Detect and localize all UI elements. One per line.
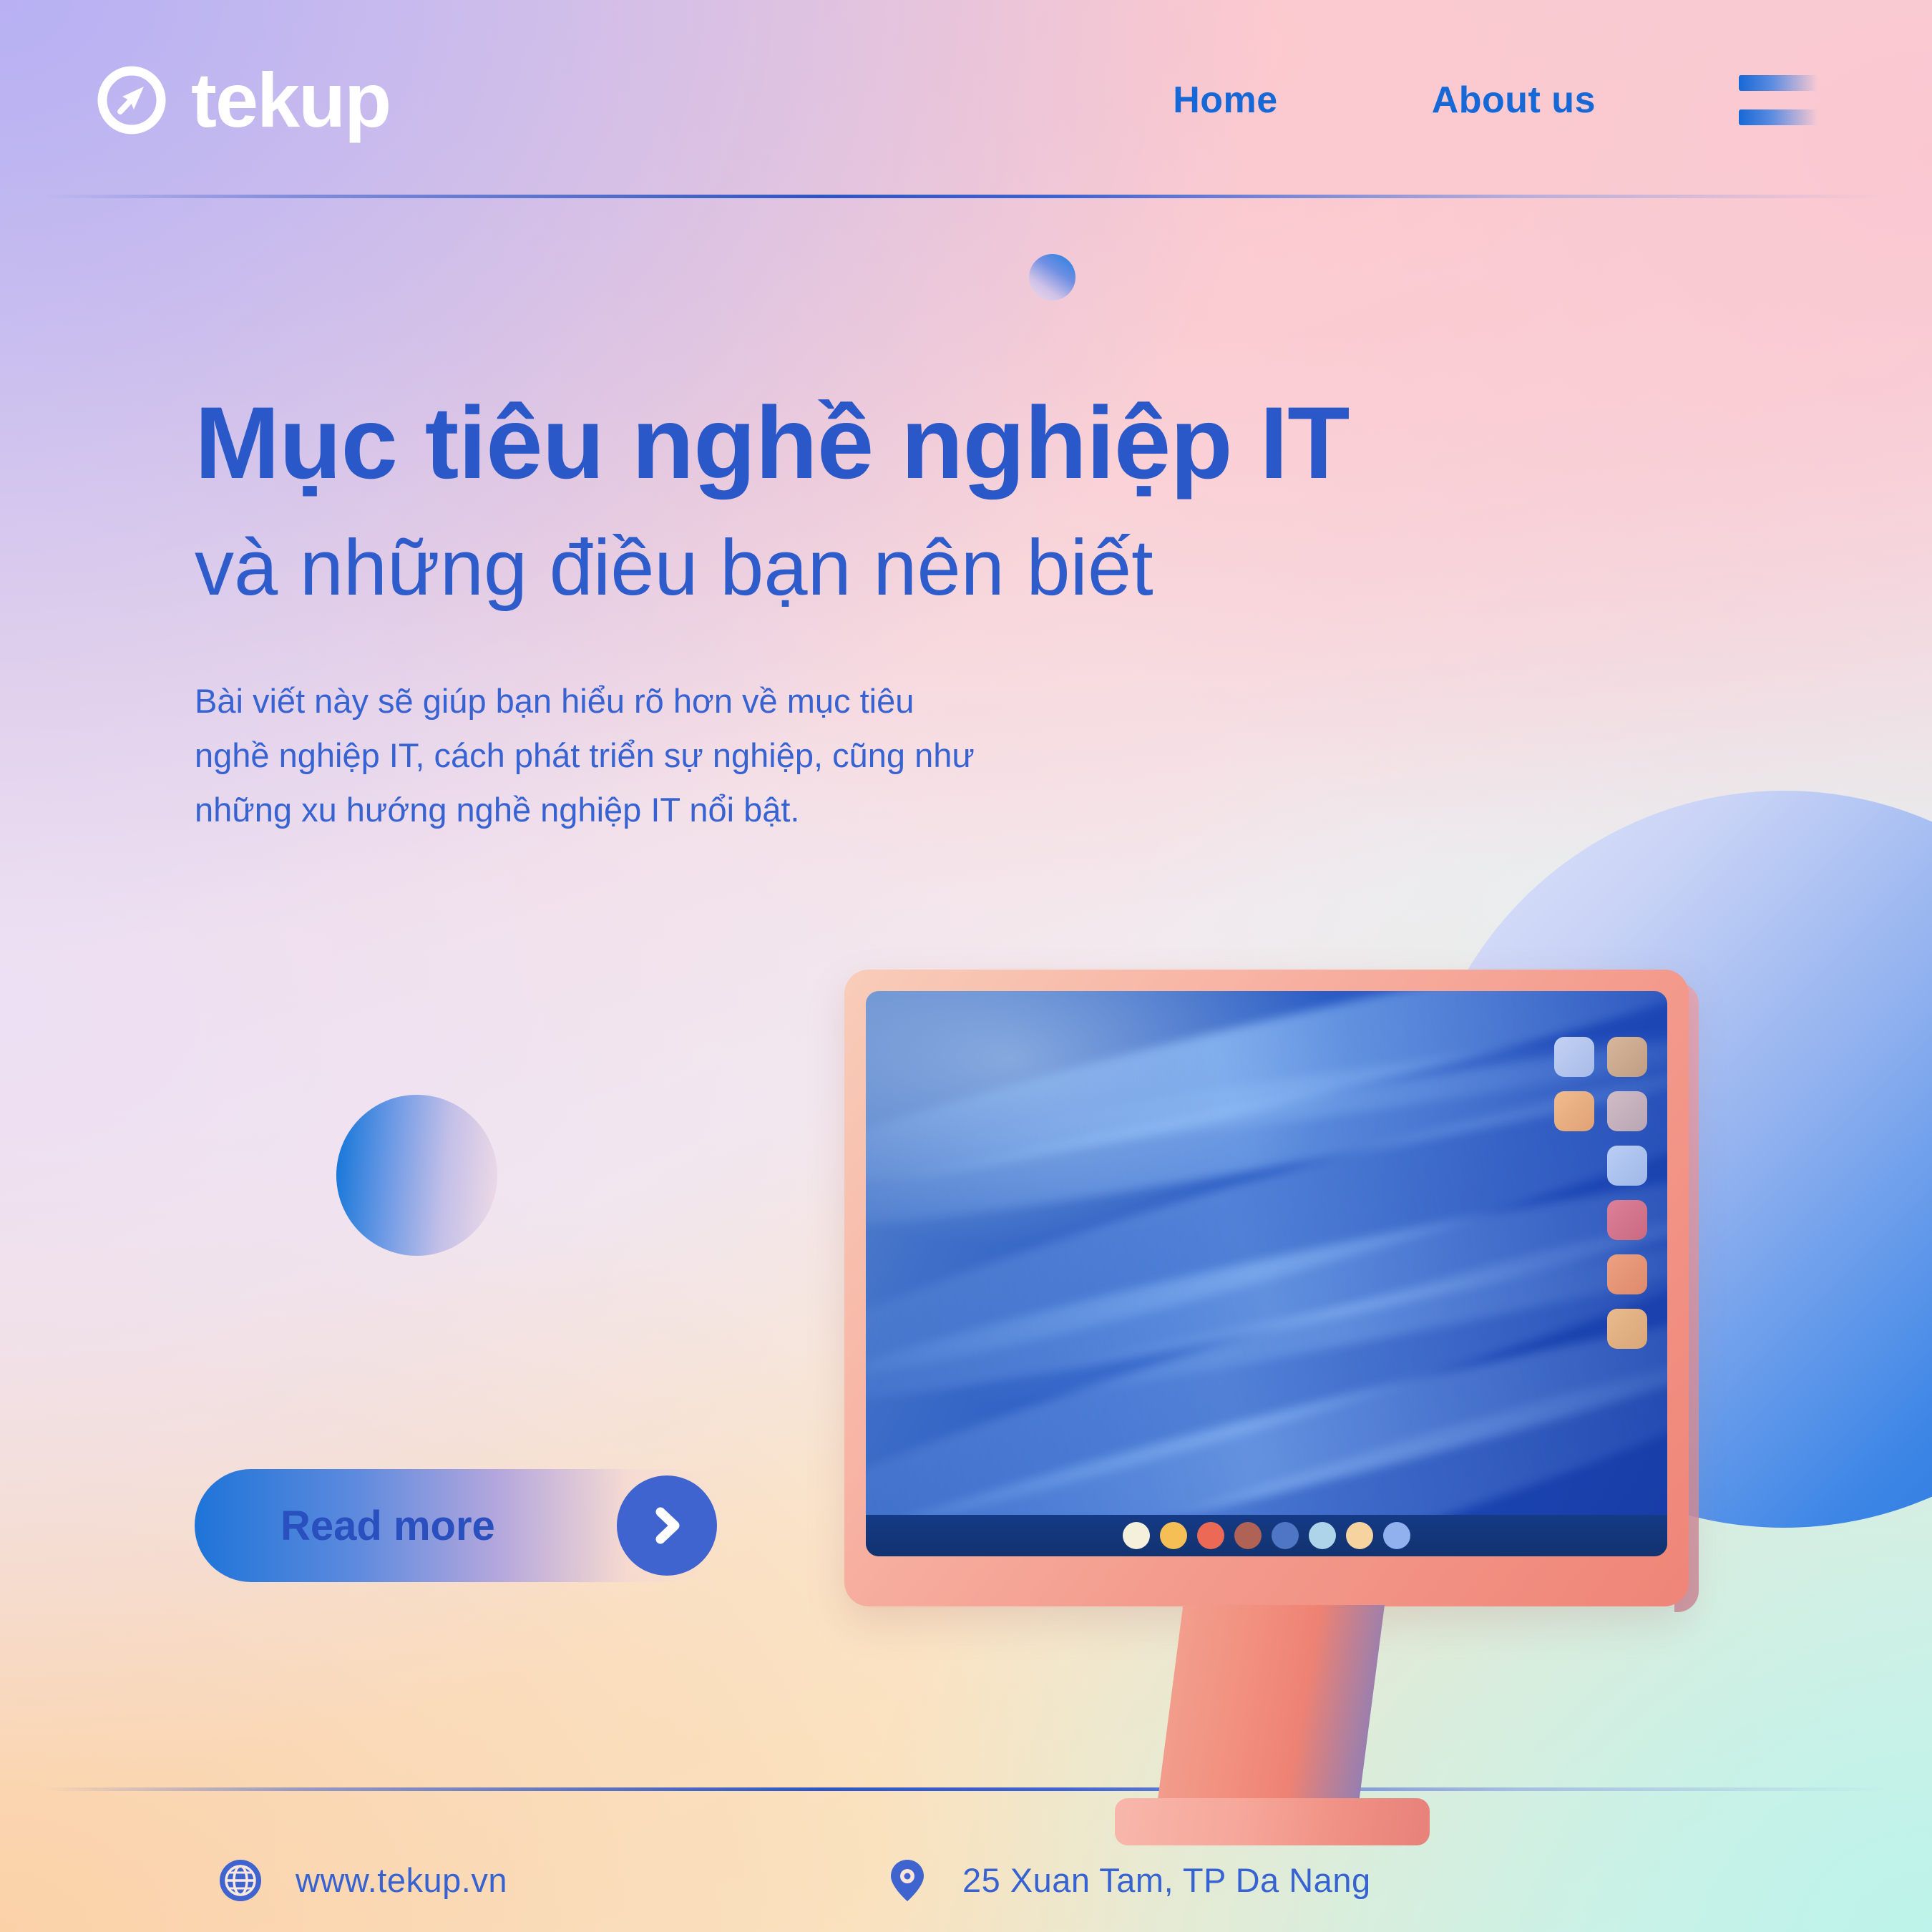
monitor-screen xyxy=(866,991,1667,1556)
page-title-line-1: Mục tiêu nghề nghiệp IT xyxy=(195,386,1350,500)
monitor-stand-neck xyxy=(1156,1605,1385,1816)
footer: www.tekup.vn 25 Xuan Tam, TP Da Nang xyxy=(0,1828,1932,1932)
footer-website[interactable]: www.tekup.vn xyxy=(218,1858,507,1903)
app-icon-7[interactable] xyxy=(1607,1254,1647,1294)
app-icon-1[interactable] xyxy=(1554,1037,1594,1077)
app-icon-8[interactable] xyxy=(1607,1309,1647,1349)
chevron-right-icon[interactable] xyxy=(617,1475,717,1576)
dock-dot-4[interactable] xyxy=(1234,1522,1262,1549)
dock-dot-7[interactable] xyxy=(1346,1522,1373,1549)
dock-dot-2[interactable] xyxy=(1160,1522,1187,1549)
app-icon-4[interactable] xyxy=(1607,1091,1647,1131)
dock-dot-8[interactable] xyxy=(1383,1522,1410,1549)
app-icon-5[interactable] xyxy=(1607,1146,1647,1186)
monitor-bezel xyxy=(844,970,1689,1606)
screen-dock xyxy=(866,1515,1667,1556)
hamburger-bar-1 xyxy=(1739,75,1818,91)
logo[interactable]: tekup xyxy=(97,57,391,143)
nav-item-home[interactable]: Home xyxy=(1173,79,1277,122)
read-more-label: Read more xyxy=(280,1502,495,1549)
dock-dot-1[interactable] xyxy=(1123,1522,1150,1549)
dock-dot-5[interactable] xyxy=(1272,1522,1299,1549)
globe-icon xyxy=(218,1858,263,1903)
app-icon-3[interactable] xyxy=(1554,1091,1594,1131)
send-arrow-circle-icon xyxy=(97,65,167,135)
app-icon-2[interactable] xyxy=(1607,1037,1647,1077)
hamburger-bar-2 xyxy=(1739,109,1818,125)
hamburger-menu-icon[interactable] xyxy=(1739,68,1818,132)
hero-description: Bài viết này sẽ giúp bạn hiểu rõ hơn về … xyxy=(195,682,975,829)
page-title-line-2: và những điều bạn nên biết xyxy=(195,524,1153,613)
nav-item-about-us[interactable]: About us xyxy=(1432,79,1596,122)
footer-address-text: 25 Xuan Tam, TP Da Nang xyxy=(962,1861,1371,1899)
logo-text: tekup xyxy=(191,57,391,143)
location-pin-icon xyxy=(885,1858,930,1903)
desktop-app-icon-grid xyxy=(1554,1037,1647,1349)
header: tekup Home About us xyxy=(0,0,1932,200)
primary-nav: Home About us xyxy=(1173,68,1932,132)
dock-dot-6[interactable] xyxy=(1309,1522,1336,1549)
app-icon-6[interactable] xyxy=(1607,1200,1647,1240)
dock-dot-3[interactable] xyxy=(1197,1522,1224,1549)
footer-website-text: www.tekup.vn xyxy=(296,1861,507,1899)
footer-address[interactable]: 25 Xuan Tam, TP Da Nang xyxy=(885,1858,1371,1903)
hero-section: Mục tiêu nghề nghiệp IT và những điều bạ… xyxy=(195,386,1350,838)
desktop-monitor-illustration xyxy=(844,970,1724,1845)
small-sphere-decoration xyxy=(1029,254,1075,301)
medium-sphere-decoration xyxy=(336,1095,497,1256)
